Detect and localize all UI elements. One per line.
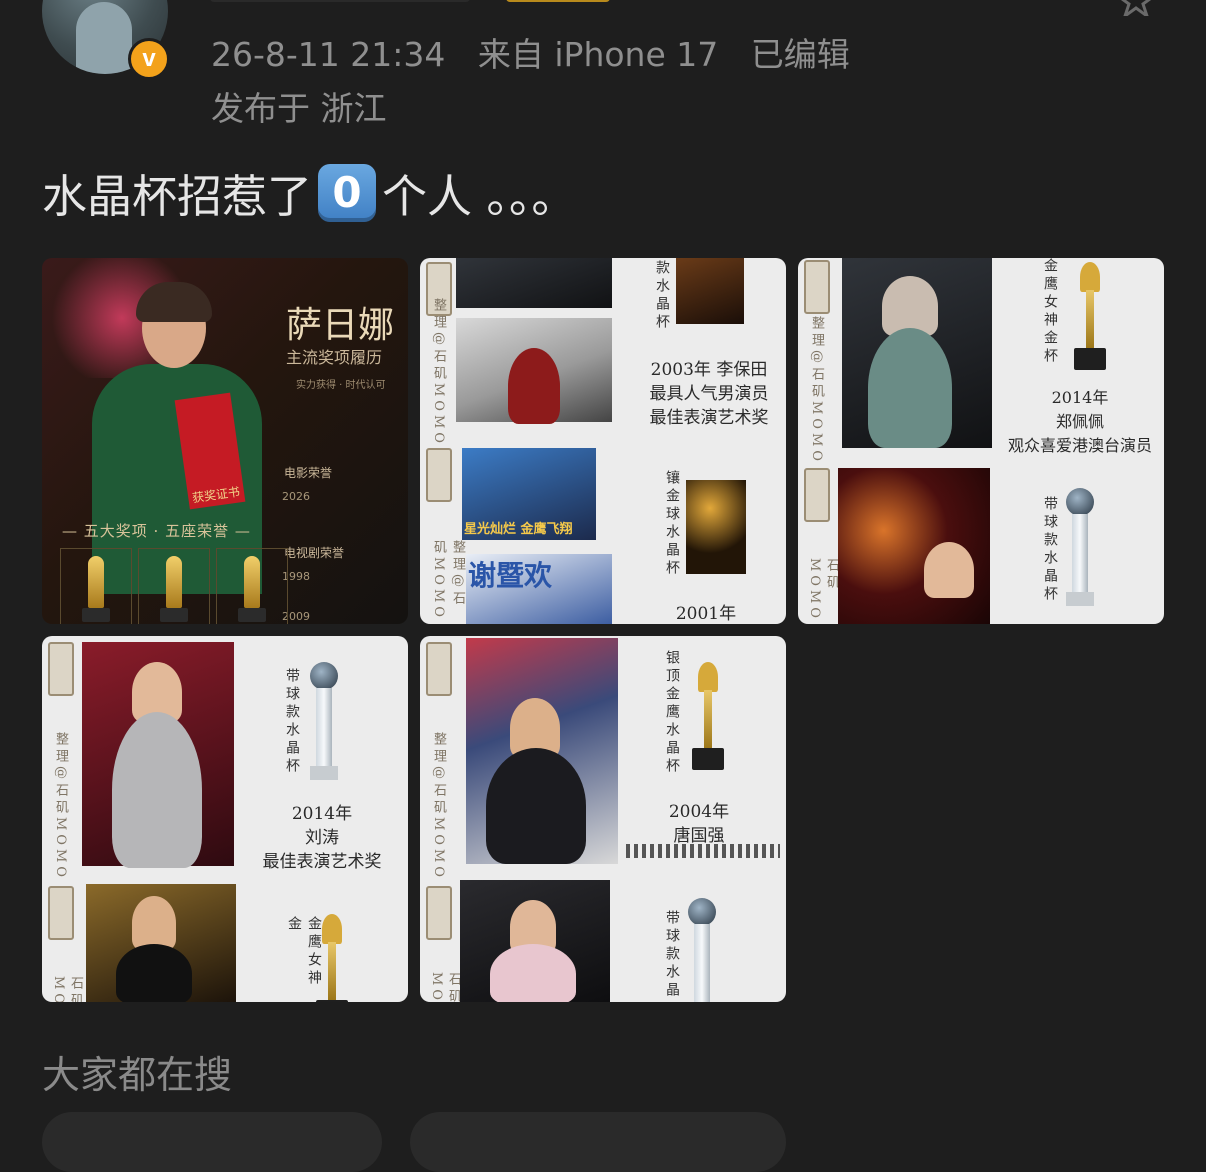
award-photo: 谢暨欢 — [466, 554, 612, 624]
photo-banner: 谢暨欢 — [468, 559, 553, 592]
trophy-icon — [232, 556, 272, 624]
photo-banner: 星光灿烂 金鹰飞翔 — [464, 522, 573, 537]
section-tv: 电视剧荣誉 — [284, 546, 345, 560]
username-redacted — [210, 0, 470, 2]
trophy-label: 金鹰女神金杯 — [1042, 258, 1058, 366]
trophy-icon — [312, 914, 352, 1002]
star-icon[interactable] — [1116, 0, 1156, 16]
post-image-5[interactable]: 整理@石矶MOMO 整理@石矶MOMO 银顶金鹰水晶杯 2004年 唐国强 带球… — [420, 636, 786, 1002]
trophy-icon — [304, 662, 344, 782]
award-caption: 2014年 刘涛 最佳表演艺术奖 — [262, 804, 382, 872]
trophy-icon — [154, 556, 194, 624]
image-subtitle: 主流奖项履历 — [286, 348, 383, 367]
trophy-icon — [76, 556, 116, 624]
search-chip[interactable] — [42, 1112, 382, 1172]
credit-text: 整理@石矶MOMO — [431, 732, 446, 881]
award-photo — [838, 468, 990, 624]
trophy-icon — [682, 898, 722, 1002]
verified-badge-icon: v — [128, 38, 170, 80]
trophy-label: 银顶金鹰水晶杯 — [664, 650, 680, 776]
credit-text: 整理@石矶MOMO — [431, 540, 465, 621]
award-photo — [842, 258, 992, 448]
post-edited[interactable]: 已编辑 — [751, 35, 850, 74]
award-caption: 2004年 唐国强 — [668, 802, 730, 846]
award-photo: 星光灿烂 金鹰飞翔 — [462, 448, 596, 540]
post-image-1[interactable]: 获奖证书 萨日娜 主流奖项履历 实力获得 · 时代认可 电影荣誉 2026 电视… — [42, 258, 408, 624]
awards-banner: — 五大奖项 · 五座荣誉 — — [62, 522, 251, 540]
award-caption: 2003年 李保田 最具人气男演员 最佳表演艺术奖 — [649, 360, 769, 428]
award-photo — [72, 282, 272, 594]
post-location: 发布于 浙江 — [211, 89, 387, 128]
post-text-before: 水晶杯招惹了 — [42, 170, 313, 223]
image-tagline: 实力获得 · 时代认可 — [296, 380, 386, 391]
award-photo — [460, 880, 610, 1002]
trophy-label: 带球款水晶 — [664, 910, 680, 1000]
post-source: 来自 iPhone 17 — [477, 35, 719, 74]
trophy-icon — [1060, 488, 1100, 608]
award-caption: 2014年 郑佩佩 观众喜爱港澳台演员 — [1007, 388, 1152, 455]
trophy-label: 款水晶杯 — [654, 260, 670, 332]
keycap-zero-icon: 0 — [318, 163, 377, 222]
signature-strip — [626, 844, 780, 858]
post-image-4[interactable]: 整理@石矶MOMO 整理@石矶MOMO 带球款水晶杯 2014年 刘涛 最佳表演… — [42, 636, 408, 1002]
trophy-label: 带球款水晶杯 — [1042, 496, 1058, 604]
trophy-photo — [676, 258, 744, 324]
image-title: 萨日娜 — [286, 305, 395, 346]
post-image-2[interactable]: 整理@石矶MOMO 整理@石矶MOMO 星光灿烂 金鹰飞翔 谢暨欢 款水晶杯 2… — [420, 258, 786, 624]
award-year: 2001年 — [675, 604, 737, 624]
trophy-icon — [1070, 262, 1110, 372]
post-text: 水晶杯招惹了 0 个人 。。。 — [42, 160, 576, 225]
year-2026: 2026 — [282, 490, 310, 503]
award-photo — [456, 258, 612, 308]
trophy-label: 镶金球水晶杯 — [664, 470, 680, 578]
credit-text: 整理@石矶MOMO — [53, 732, 68, 881]
post-meta: 26-8-11 21:34 来自 iPhone 17 已编辑 — [211, 28, 872, 76]
award-photo — [456, 318, 612, 424]
username-placeholder[interactable] — [210, 0, 610, 2]
credit-text: 整理@石矶MOMO — [809, 316, 824, 465]
post-text-after: 个人 。。。 — [382, 170, 577, 223]
section-film: 电影荣誉 — [284, 466, 333, 480]
trophy-label: 带球款水晶杯 — [284, 668, 300, 776]
award-photo — [86, 884, 236, 1002]
trophy-photo — [686, 480, 746, 574]
post-timestamp: 26-8-11 21:34 — [211, 35, 446, 74]
section-title: 大家都在搜 — [42, 1053, 233, 1097]
award-photo — [466, 638, 618, 864]
post-image-3[interactable]: 整理@石矶MOMO 整理@石矶MOMO 金鹰女神金杯 2014年 郑佩佩 观众喜… — [798, 258, 1164, 624]
award-photo — [82, 642, 234, 868]
trophy-icon — [688, 662, 728, 772]
search-chip[interactable] — [410, 1112, 786, 1172]
member-tag — [506, 0, 610, 2]
credit-text: 整理@石矶MOMO — [431, 298, 446, 447]
